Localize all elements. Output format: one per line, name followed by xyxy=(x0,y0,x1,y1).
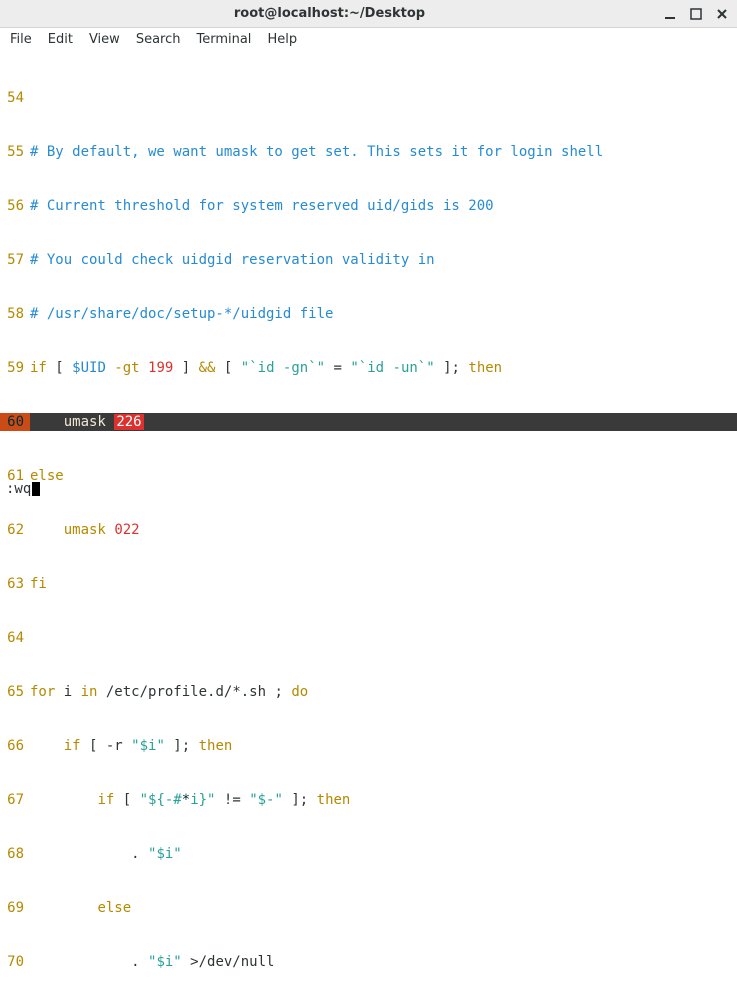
code-line: else xyxy=(30,899,737,917)
code-line: # /usr/share/doc/setup-*/uidgid file xyxy=(30,305,737,323)
editor-area[interactable]: 54 55# By default, we want umask to get … xyxy=(0,53,737,1006)
code-line: if [ -r "$i" ]; then xyxy=(30,737,737,755)
minimize-icon[interactable] xyxy=(661,5,679,23)
code-line: for i in /etc/profile.d/*.sh ; do xyxy=(30,683,737,701)
line-number: 62 xyxy=(0,521,30,539)
line-number: 56 xyxy=(0,197,30,215)
menu-terminal[interactable]: Terminal xyxy=(196,32,251,47)
line-number: 54 xyxy=(0,89,30,107)
code-line: if [ "${-#*i}" != "$-" ]; then xyxy=(30,791,737,809)
code-line: # By default, we want umask to get set. … xyxy=(30,143,737,161)
line-number: 57 xyxy=(0,251,30,269)
close-icon[interactable] xyxy=(713,5,731,23)
code-line: if [ $UID -gt 199 ] && [ "`id -gn`" = "`… xyxy=(30,359,737,377)
code-line: umask 226 xyxy=(30,413,737,431)
code-line: # You could check uidgid reservation val… xyxy=(30,251,737,269)
line-number: 64 xyxy=(0,629,30,647)
menu-view[interactable]: View xyxy=(89,32,120,47)
code-line: else xyxy=(30,467,737,485)
line-number: 69 xyxy=(0,899,30,917)
code-line: fi xyxy=(30,575,737,593)
maximize-icon[interactable] xyxy=(687,5,705,23)
code-line: . "$i" >/dev/null xyxy=(30,953,737,971)
line-number: 67 xyxy=(0,791,30,809)
titlebar: root@localhost:~/Desktop xyxy=(0,0,737,28)
code-line: . "$i" xyxy=(30,845,737,863)
window-title: root@localhost:~/Desktop xyxy=(6,6,653,21)
code-line xyxy=(30,629,737,647)
line-number: 55 xyxy=(0,143,30,161)
menu-search[interactable]: Search xyxy=(136,32,181,47)
line-number: 59 xyxy=(0,359,30,377)
menubar: File Edit View Search Terminal Help xyxy=(0,28,737,53)
line-number: 68 xyxy=(0,845,30,863)
line-number: 70 xyxy=(0,953,30,971)
menu-file[interactable]: File xyxy=(10,32,32,47)
line-number: 63 xyxy=(0,575,30,593)
line-number: 66 xyxy=(0,737,30,755)
code-line xyxy=(30,89,737,107)
cursor-icon xyxy=(32,482,40,496)
code-line: umask 022 xyxy=(30,521,737,539)
code-line: # Current threshold for system reserved … xyxy=(30,197,737,215)
current-line: 60 umask 226 xyxy=(0,413,737,431)
menu-help[interactable]: Help xyxy=(267,32,297,47)
line-number: 60 xyxy=(0,413,30,431)
search-highlight: 226 xyxy=(114,414,143,430)
menu-edit[interactable]: Edit xyxy=(48,32,73,47)
vim-command-line[interactable]: :wq xyxy=(6,481,40,497)
command-text: :wq xyxy=(6,481,31,497)
line-number: 65 xyxy=(0,683,30,701)
line-number: 58 xyxy=(0,305,30,323)
